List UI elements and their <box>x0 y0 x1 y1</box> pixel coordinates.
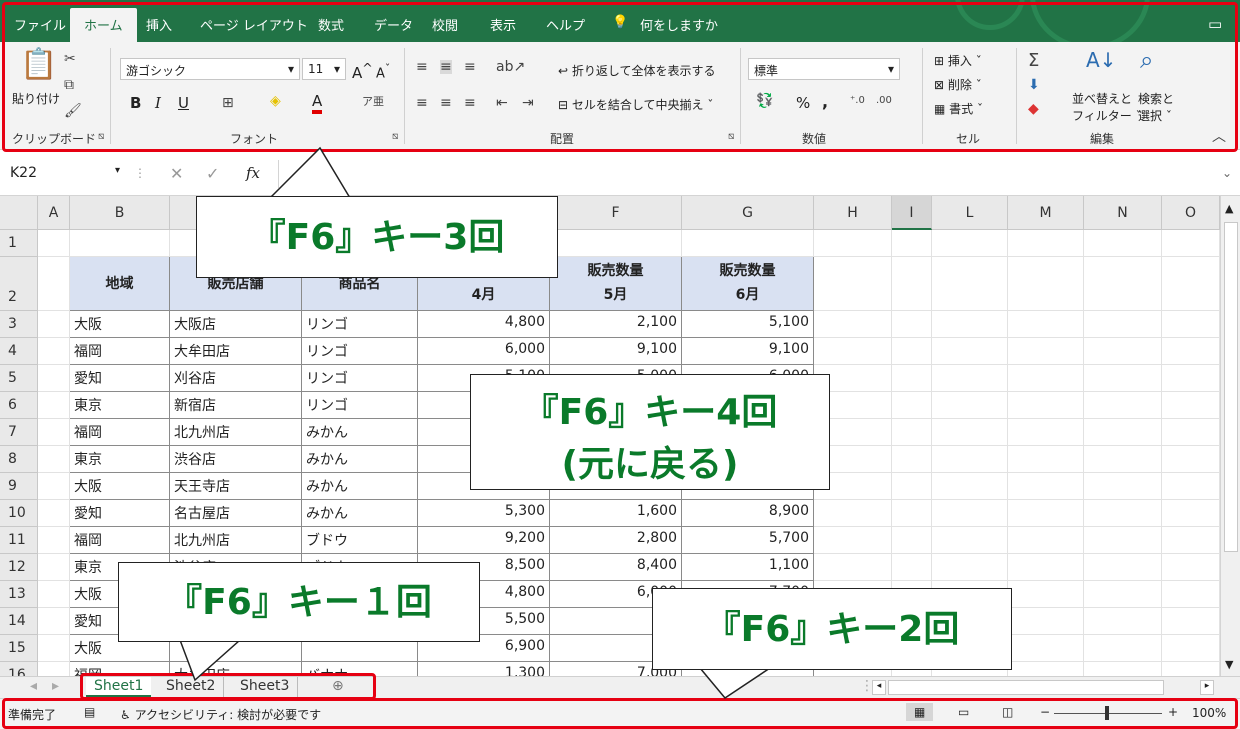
callout-f6-4-line2: (元に戻る) <box>561 444 739 485</box>
excel-window: ファイル ホーム 挿入 ページ レイアウト 数式 データ 校閲 表示 ヘルプ 💡… <box>0 0 1240 729</box>
callout-f6-1: 『F6』キー１回 <box>118 562 480 642</box>
callout-f6-4-line1: 『F6』キー4回 <box>522 392 778 433</box>
callout-f6-3: 『F6』キー3回 <box>196 196 558 278</box>
callout-f6-2: 『F6』キー2回 <box>652 588 1012 670</box>
callout-f6-4: 『F6』キー4回 (元に戻る) <box>470 374 830 490</box>
